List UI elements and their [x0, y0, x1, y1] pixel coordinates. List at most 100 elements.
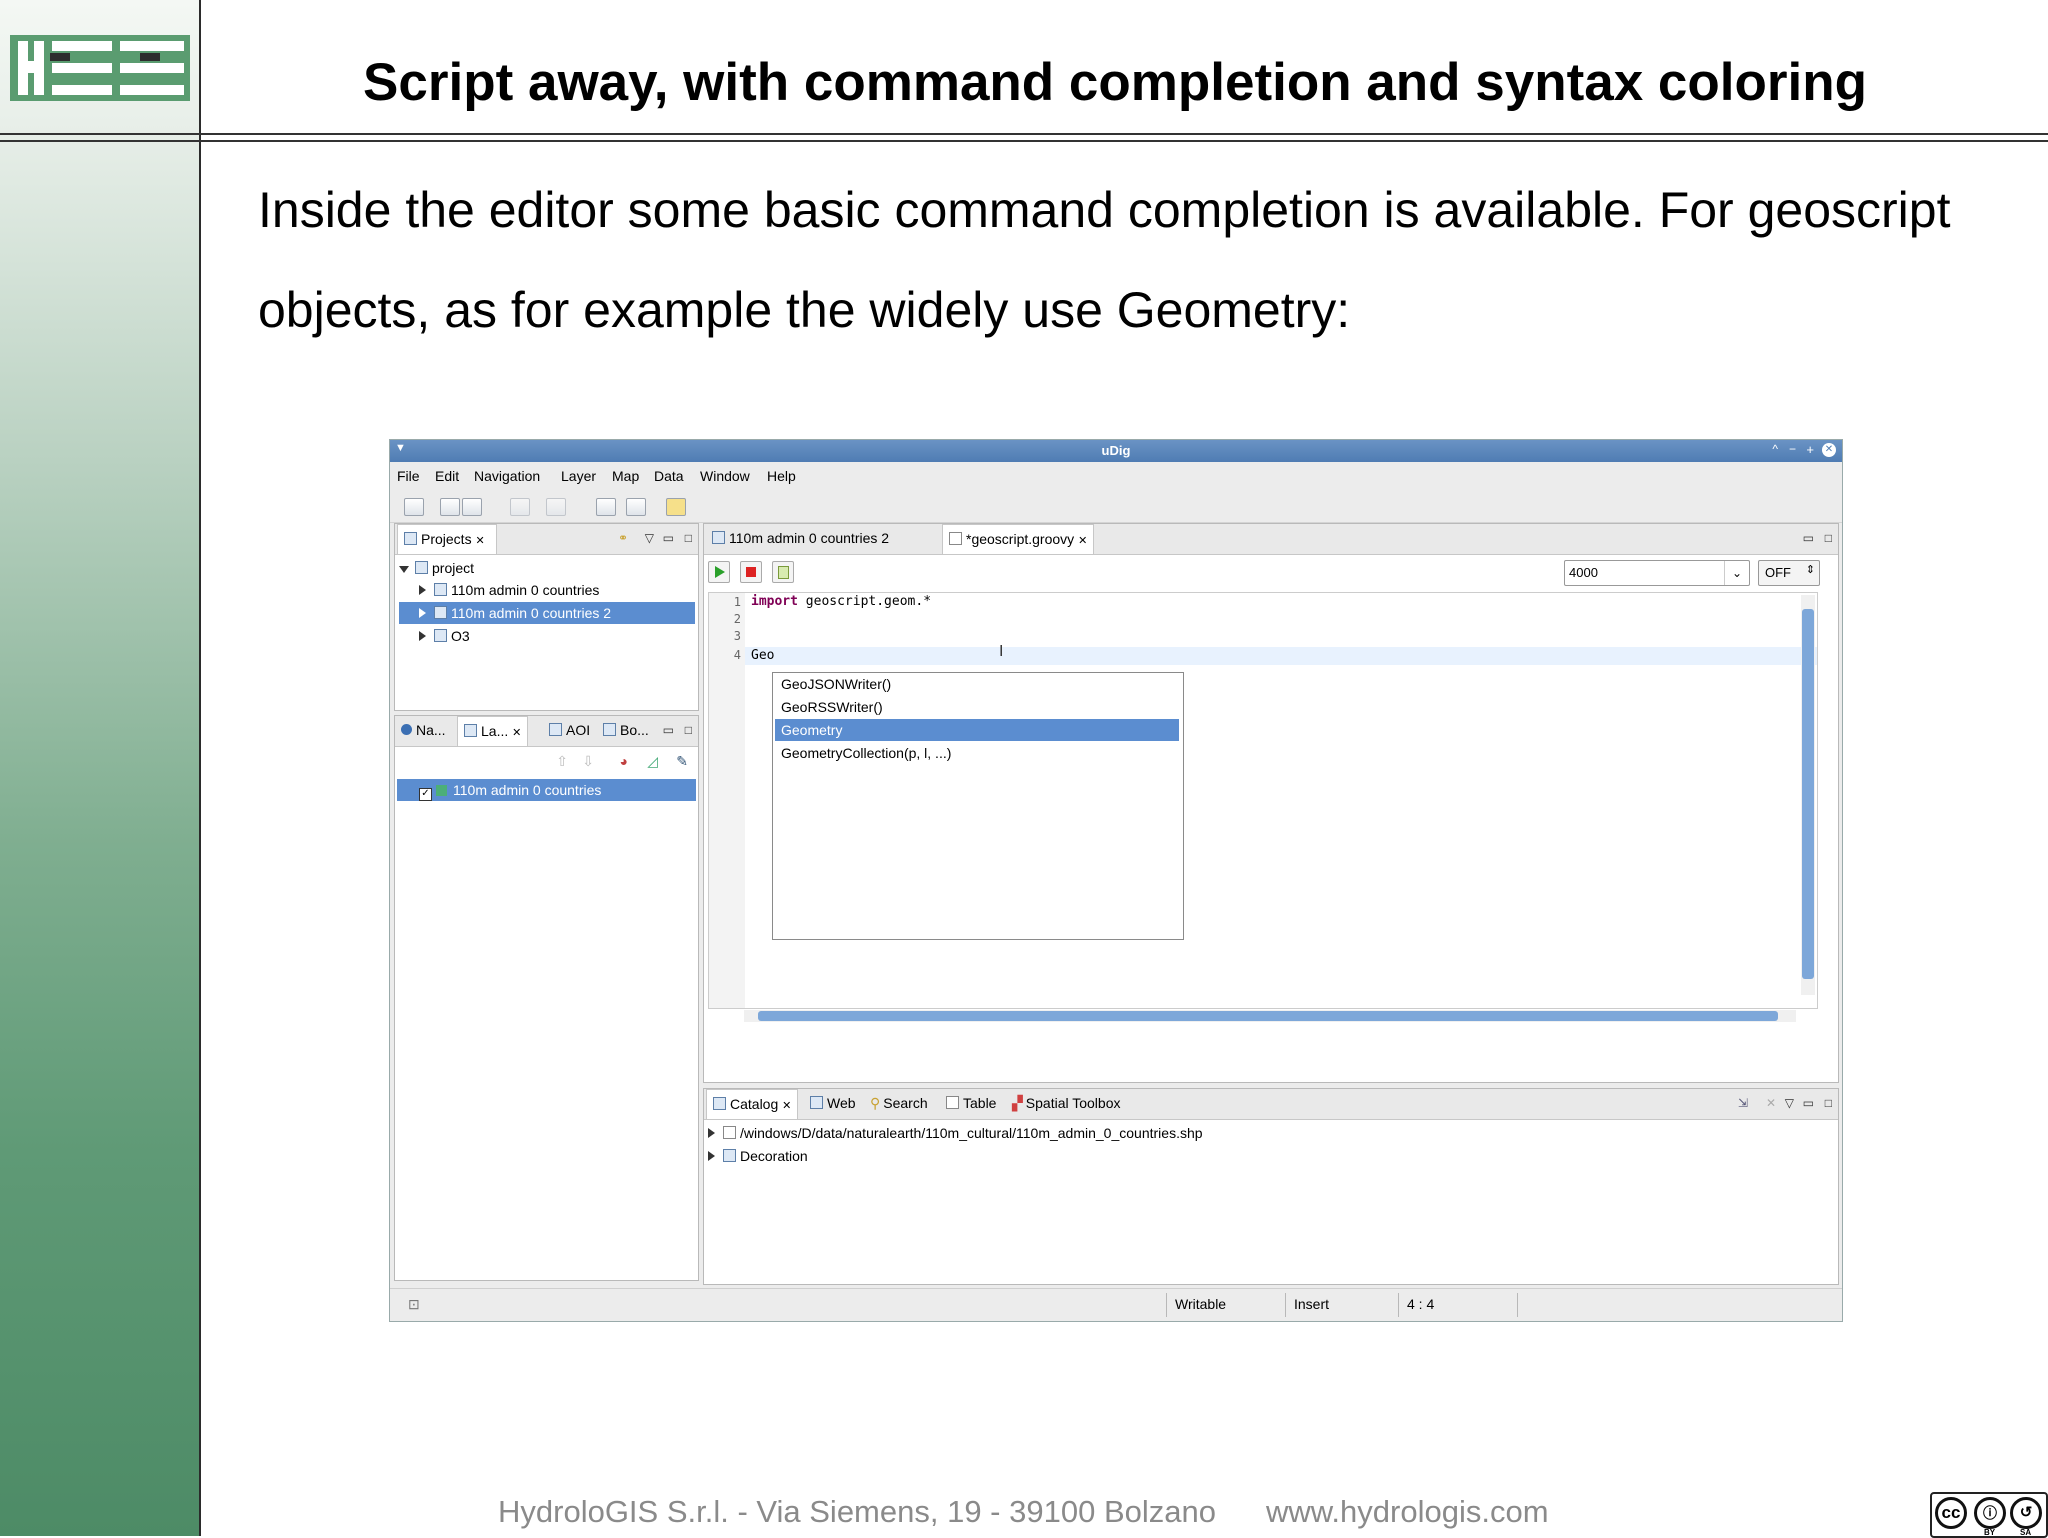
menu-data[interactable]: Data	[654, 468, 684, 484]
menu-window[interactable]: Window	[700, 468, 750, 484]
catalog-tabbar: Catalog ✕ Web ⚲ Search Table ▞ Spatial Too…	[704, 1089, 1838, 1120]
menu-layer[interactable]: Layer	[561, 468, 596, 484]
edit-style-icon[interactable]: ◿	[647, 753, 658, 770]
catalog-item-label: Decoration	[740, 1148, 808, 1164]
spinner-icon[interactable]: ⇕	[1806, 563, 1815, 576]
new-layer-icon[interactable]	[626, 498, 646, 516]
tab-layers[interactable]: La... ✕	[457, 716, 529, 746]
layer-item[interactable]: ✓ 110m admin 0 countries	[397, 779, 696, 801]
close-icon[interactable]: ✕	[475, 535, 484, 547]
expand-icon[interactable]	[708, 1128, 715, 1138]
close-icon[interactable]: ✕	[1078, 535, 1087, 547]
link-icon[interactable]: ⚭	[618, 531, 628, 545]
maximize-icon[interactable]: □	[685, 723, 692, 737]
tab-table[interactable]: Table	[940, 1089, 1002, 1119]
checkbox-icon[interactable]: ✓	[419, 788, 432, 801]
scrollbar-thumb[interactable]	[758, 1011, 1778, 1021]
redo-icon[interactable]	[546, 498, 566, 516]
divider	[1166, 1293, 1167, 1317]
vertical-scrollbar[interactable]	[1801, 595, 1815, 995]
catalog-icon	[713, 1097, 726, 1110]
maximize-icon[interactable]: □	[685, 531, 692, 545]
minimize-icon[interactable]: ▭	[1803, 531, 1814, 545]
tab-projects[interactable]: Projects ✕	[397, 524, 497, 554]
tree-item-selected[interactable]: 110m admin 0 countries 2	[399, 602, 695, 624]
menu-navigation[interactable]: Navigation	[474, 468, 540, 484]
window-minimize-button[interactable]: −	[1789, 442, 1796, 456]
view-menu-icon[interactable]: ▽	[645, 531, 654, 545]
expand-icon[interactable]	[399, 566, 409, 573]
status-position: 4 : 4	[1407, 1296, 1435, 1312]
style-icon[interactable]: ◕	[620, 753, 628, 769]
minimize-icon[interactable]: ▭	[1803, 1096, 1814, 1110]
catalog-item[interactable]: Decoration	[708, 1145, 808, 1167]
header-rule	[0, 140, 2048, 142]
move-up-icon[interactable]: ⇧	[556, 753, 568, 770]
tab-web[interactable]: Web	[804, 1089, 862, 1119]
run-button[interactable]	[708, 561, 730, 583]
fast-view-icon[interactable]: ⊡	[408, 1296, 420, 1313]
menu-map[interactable]: Map	[612, 468, 639, 484]
tree-item-label: O3	[451, 628, 470, 644]
horizontal-scrollbar[interactable]	[744, 1010, 1796, 1022]
completion-item-selected[interactable]: Geometry	[775, 719, 1179, 741]
line-number: 2	[733, 612, 741, 626]
tab-bookmarks[interactable]: Bo...	[597, 716, 655, 746]
slide-intro: Inside the editor some basic command com…	[258, 160, 1998, 360]
new-map-icon[interactable]	[596, 498, 616, 516]
close-icon[interactable]: ✕	[512, 727, 521, 739]
expand-icon[interactable]	[419, 608, 426, 618]
maximize-icon[interactable]: □	[1825, 1096, 1832, 1110]
tab-spatial-toolbox[interactable]: ▞ Spatial Toolbox	[1006, 1089, 1126, 1119]
move-down-icon[interactable]: ⇩	[582, 753, 594, 770]
menu-edit[interactable]: Edit	[435, 468, 459, 484]
menu-file[interactable]: File	[397, 468, 420, 484]
back-icon[interactable]	[666, 498, 686, 516]
expand-icon[interactable]	[419, 631, 426, 641]
status-bar: ⊡ Writable Insert 4 : 4	[390, 1288, 1842, 1321]
close-icon[interactable]: ✕	[782, 1100, 791, 1112]
remove-icon[interactable]: ✕	[1766, 1096, 1776, 1110]
tab-aoi[interactable]: AOI	[543, 716, 596, 746]
tab-search[interactable]: ⚲ Search	[864, 1089, 934, 1119]
catalog-item[interactable]: /windows/D/data/naturalearth/110m_cultur…	[708, 1122, 1203, 1144]
tab-geoscript[interactable]: *geoscript.groovy ✕	[942, 524, 1095, 554]
window-maximize-button[interactable]: +	[1806, 442, 1814, 457]
window-close-button[interactable]: ✕	[1822, 443, 1836, 457]
minimize-icon[interactable]: ▭	[663, 723, 674, 737]
import-icon[interactable]: ⇲	[1738, 1096, 1748, 1110]
tree-item[interactable]: 110m admin 0 countries	[419, 579, 695, 601]
code-text: geoscript.geom.*	[797, 594, 932, 609]
save-icon[interactable]	[440, 498, 460, 516]
layers-toolbar: ⇧ ⇩ ◕ ◿ ✎	[395, 747, 698, 777]
tab-map[interactable]: 110m admin 0 countries 2	[706, 524, 895, 554]
console-button[interactable]	[772, 561, 794, 583]
tab-navigation[interactable]: Na...	[395, 716, 452, 746]
save-all-icon[interactable]	[462, 498, 482, 516]
tree-root[interactable]: project	[399, 557, 695, 579]
window-shade-button[interactable]: ^	[1772, 442, 1778, 456]
maximize-icon[interactable]: □	[1825, 531, 1832, 545]
menu-help[interactable]: Help	[767, 468, 796, 484]
undo-icon[interactable]	[510, 498, 530, 516]
stop-button[interactable]	[740, 561, 762, 583]
completion-item[interactable]: GeoRSSWriter()	[775, 696, 1179, 718]
bookmarks-icon	[603, 723, 616, 736]
table-icon	[946, 1096, 959, 1109]
properties-icon[interactable]: ✎	[676, 753, 688, 770]
completion-popup: GeoJSONWriter() GeoRSSWriter() Geometry …	[772, 672, 1184, 940]
minimize-icon[interactable]: ▭	[663, 531, 674, 545]
toggle-spinner[interactable]: OFF ⇕	[1758, 560, 1820, 586]
expand-icon[interactable]	[419, 585, 426, 595]
scrollbar-thumb[interactable]	[1802, 609, 1814, 979]
chevron-down-icon[interactable]: ⌄	[1724, 561, 1749, 585]
completion-item[interactable]: GeoJSONWriter()	[775, 673, 1179, 695]
tree-item[interactable]: O3	[419, 625, 695, 647]
completion-item[interactable]: GeometryCollection(p, l, ...)	[775, 742, 1179, 764]
view-menu-icon[interactable]: ▽	[1785, 1096, 1794, 1110]
tab-catalog[interactable]: Catalog ✕	[706, 1089, 799, 1119]
divider	[1398, 1293, 1399, 1317]
scale-combo[interactable]: 4000 ⌄	[1564, 560, 1750, 586]
expand-icon[interactable]	[708, 1151, 715, 1161]
new-icon[interactable]	[404, 498, 424, 516]
